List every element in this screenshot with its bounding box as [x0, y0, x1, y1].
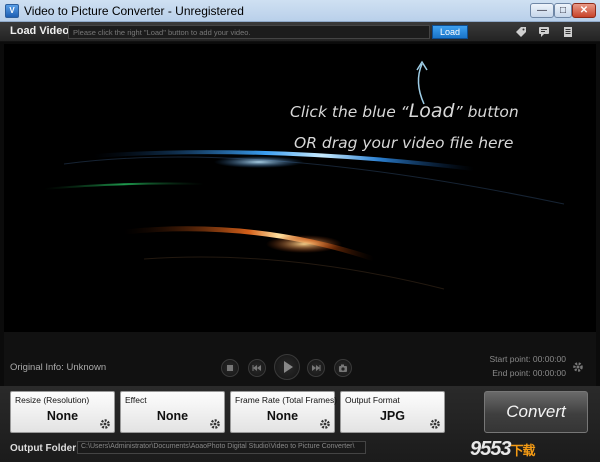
gear-icon[interactable]	[99, 418, 111, 430]
site-watermark: 9553下载	[470, 438, 536, 460]
option-title: Output Format	[345, 395, 400, 405]
load-video-bar: Load Video: Please click the right "Load…	[0, 22, 600, 42]
hint-arrow-line	[417, 63, 425, 105]
settings-gear-icon[interactable]	[572, 361, 584, 373]
play-icon[interactable]	[274, 354, 300, 380]
start-point: Start point: 00:00:00	[489, 354, 566, 364]
output-format-option[interactable]: Output Format JPG	[340, 391, 445, 433]
option-title: Frame Rate (Total Frames)	[235, 395, 338, 405]
option-title: Resize (Resolution)	[15, 395, 90, 405]
document-icon[interactable]	[562, 26, 574, 38]
frame-rate-option[interactable]: Frame Rate (Total Frames) None	[230, 391, 338, 433]
gear-icon[interactable]	[319, 418, 331, 430]
light-streaks-background	[43, 60, 565, 290]
tag-icon[interactable]	[515, 26, 527, 38]
load-hint-line2: OR drag your video file here	[294, 134, 514, 152]
hint-arrow-head	[416, 60, 428, 71]
resize-option[interactable]: Resize (Resolution) None	[10, 391, 115, 433]
video-preview-area[interactable]: Click the blue “Load” button OR drag you…	[4, 44, 596, 332]
load-video-label: Load Video:	[10, 25, 73, 37]
output-folder-input[interactable]: C:\Users\Administrator\Documents\AoaoPho…	[77, 441, 366, 454]
load-button[interactable]: Load	[432, 25, 468, 39]
option-title: Effect	[125, 395, 147, 405]
video-path-input[interactable]: Please click the right "Load" button to …	[68, 25, 430, 39]
convert-button[interactable]: Convert	[484, 391, 588, 433]
gear-icon[interactable]	[429, 418, 441, 430]
original-info: Original Info: Unknown	[10, 362, 107, 373]
end-point: End point: 00:00:00	[492, 368, 566, 378]
title-bar: V Video to Picture Converter - Unregiste…	[0, 0, 600, 22]
effect-option[interactable]: Effect None	[120, 391, 225, 433]
app-logo-icon: V	[5, 4, 19, 18]
gear-icon[interactable]	[209, 418, 221, 430]
snapshot-icon[interactable]	[334, 359, 352, 377]
output-folder-label: Output Folder:	[10, 443, 80, 454]
next-icon[interactable]	[307, 359, 325, 377]
close-button[interactable]: ✕	[572, 3, 596, 18]
stop-icon[interactable]	[221, 359, 239, 377]
playback-controls: Original Info: Unknown Start point: 00:0…	[4, 332, 596, 386]
chat-icon[interactable]	[538, 26, 550, 38]
options-panel: Resize (Resolution) None Effect None Fra…	[0, 386, 600, 462]
load-hint-line1: Click the blue “Load” button	[290, 100, 519, 122]
maximize-button[interactable]: □	[554, 3, 572, 18]
previous-icon[interactable]	[248, 359, 266, 377]
window-title: Video to Picture Converter - Unregistere…	[24, 4, 244, 18]
minimize-button[interactable]: —	[530, 3, 554, 18]
